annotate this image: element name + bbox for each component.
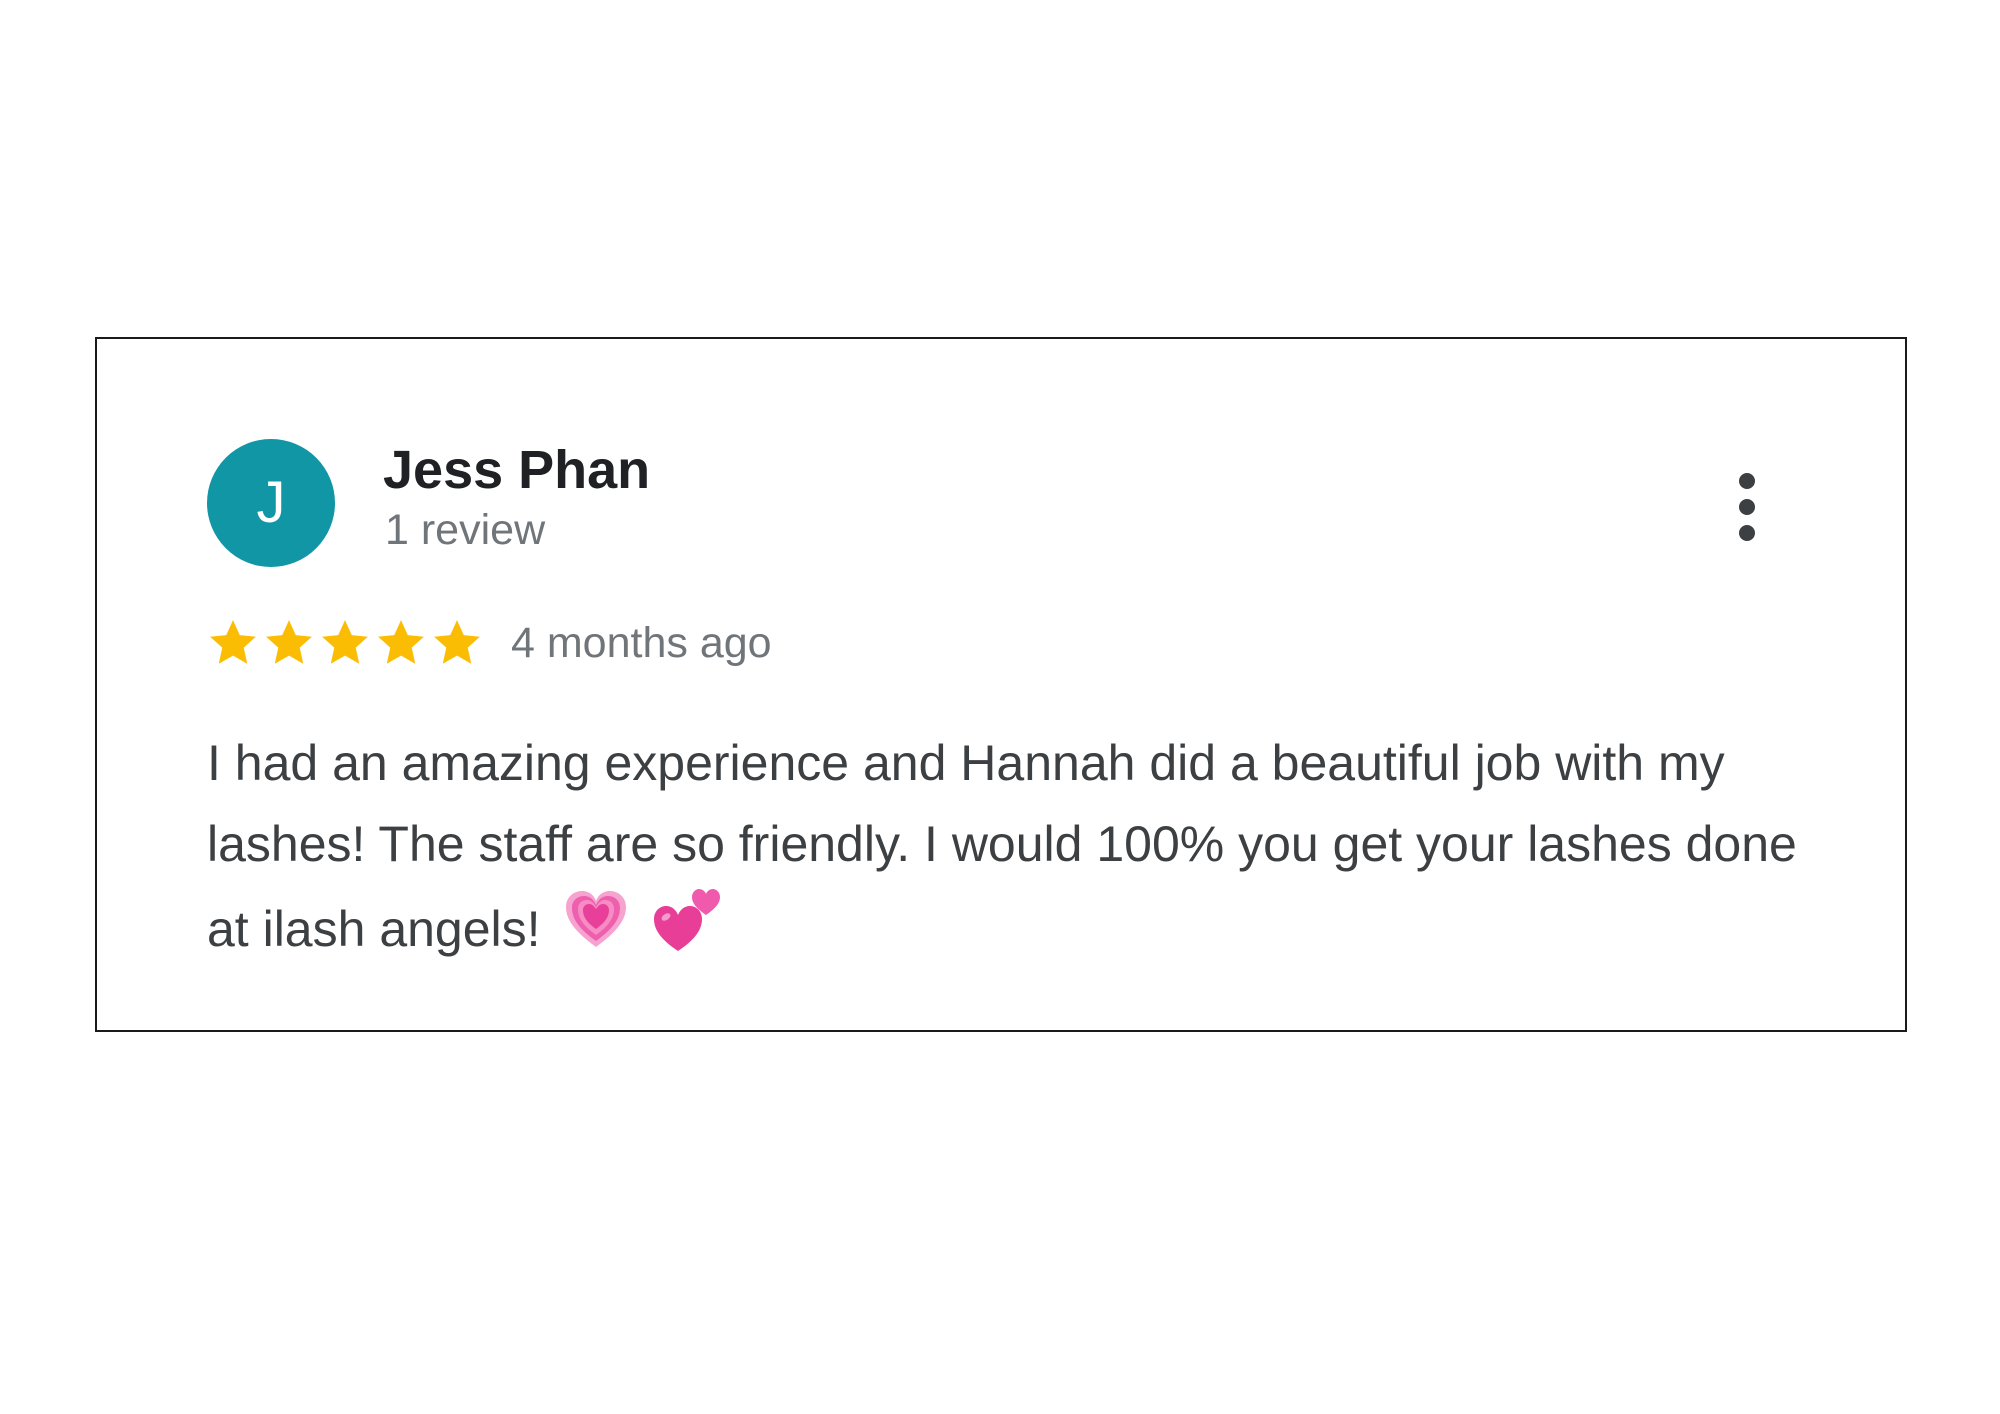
growing-heart-icon bbox=[562, 887, 630, 979]
star-icon bbox=[266, 620, 312, 664]
avatar[interactable]: J bbox=[207, 439, 335, 567]
rating-row: 4 months ago bbox=[205, 611, 772, 675]
star-icon bbox=[322, 620, 368, 664]
more-vert-icon bbox=[1739, 473, 1755, 489]
review-card: J Jess Phan 1 review 4 months ago I had … bbox=[95, 337, 1907, 1032]
review-count[interactable]: 1 review bbox=[385, 506, 545, 554]
author-name[interactable]: Jess Phan bbox=[383, 440, 650, 500]
review-text: I had an amazing experience and Hannah d… bbox=[207, 735, 1797, 958]
review-body: I had an amazing experience and Hannah d… bbox=[207, 723, 1827, 981]
star-icon bbox=[434, 620, 480, 664]
star-icon bbox=[210, 620, 256, 664]
star-icon bbox=[378, 620, 424, 664]
review-date: 4 months ago bbox=[511, 618, 772, 667]
two-hearts-icon bbox=[652, 885, 724, 981]
avatar-letter: J bbox=[256, 470, 286, 535]
star-rating bbox=[205, 615, 485, 671]
more-options-button[interactable] bbox=[1717, 467, 1777, 547]
